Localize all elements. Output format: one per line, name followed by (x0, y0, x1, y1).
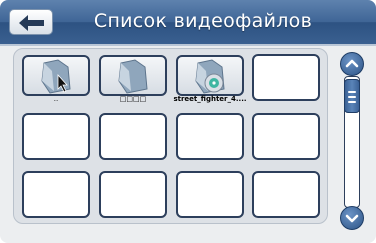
scroll-thumb[interactable] (344, 79, 360, 113)
empty-slot (22, 113, 90, 160)
empty-slot (99, 171, 167, 218)
chevron-down-icon (345, 214, 359, 223)
back-arrow-icon (19, 15, 44, 31)
file-item-folder[interactable]: □□□□ (99, 55, 167, 103)
app-window: Список видеофайлов .. □□□□ street_fighte… (0, 0, 376, 243)
file-label: .. (53, 95, 59, 103)
empty-slot (176, 113, 244, 160)
chevron-up-icon (345, 59, 359, 68)
empty-slot (176, 171, 244, 218)
file-grid: .. □□□□ street_fighter_4.... (13, 48, 328, 224)
page-title: Список видеофайлов (93, 10, 313, 32)
file-label: street_fighter_4.... (173, 95, 247, 103)
scrollbar[interactable] (336, 48, 368, 230)
scroll-track[interactable] (344, 76, 360, 208)
folder-up-icon (41, 59, 71, 94)
title-bar: Список видеофайлов (0, 0, 376, 46)
scroll-up-button[interactable] (340, 52, 364, 76)
empty-slot (252, 54, 320, 101)
file-label: □□□□ (119, 95, 147, 103)
back-button[interactable] (9, 9, 53, 35)
file-item-video[interactable]: street_fighter_4.... (173, 55, 247, 103)
video-file-icon (195, 59, 225, 94)
empty-slot (252, 113, 320, 160)
empty-slot (22, 171, 90, 218)
folder-icon (118, 59, 148, 94)
empty-slot (99, 113, 167, 160)
file-item-up[interactable]: .. (22, 55, 90, 103)
empty-slot (252, 171, 320, 218)
scroll-down-button[interactable] (340, 206, 364, 230)
